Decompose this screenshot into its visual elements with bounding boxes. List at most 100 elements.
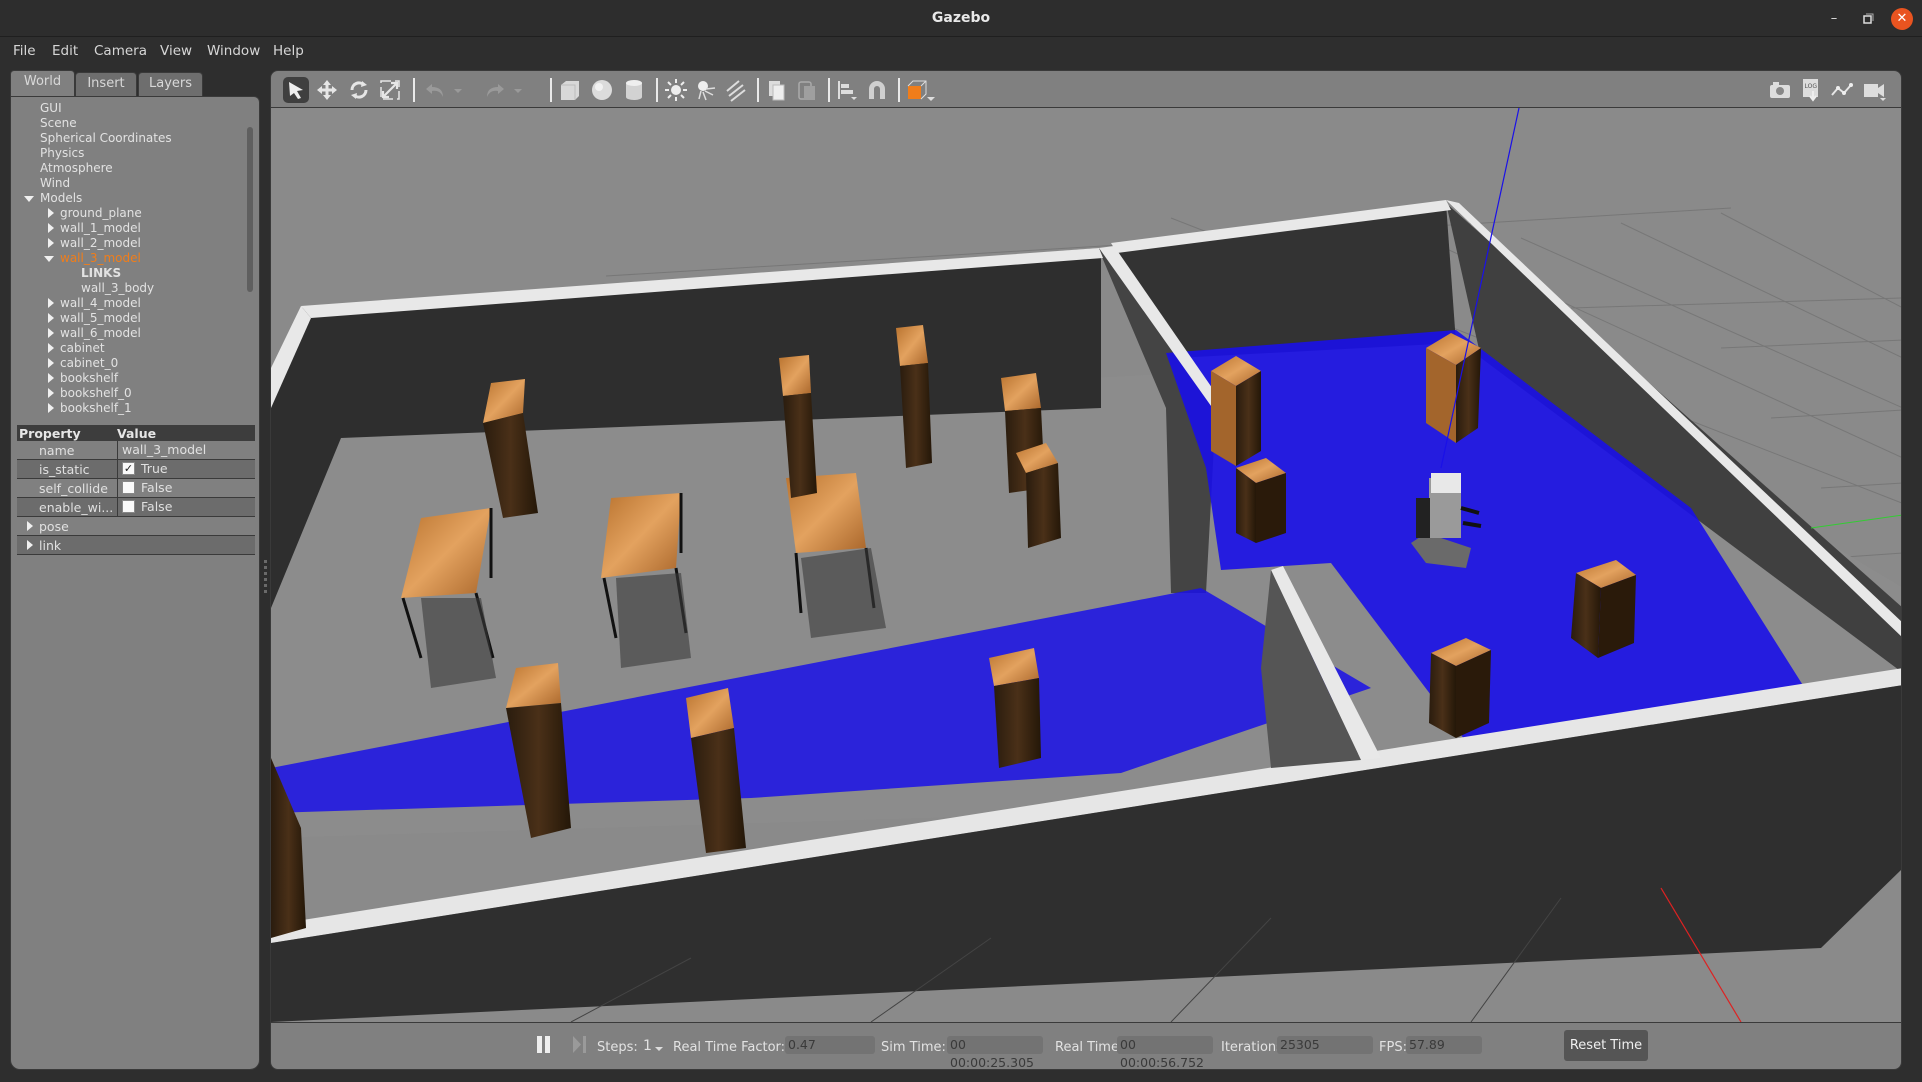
tree-item[interactable]: wall_5_model	[11, 311, 241, 326]
menu-camera[interactable]: Camera	[94, 43, 147, 59]
minimize-button[interactable]: –	[1823, 8, 1845, 30]
property-group-link[interactable]: link	[17, 536, 255, 555]
expand-arrow-icon[interactable]	[48, 328, 54, 338]
expand-arrow-icon[interactable]	[48, 403, 54, 413]
scale-mode-button[interactable]	[377, 77, 403, 103]
sim-time-label: Sim Time:	[881, 1040, 946, 1055]
snap-button[interactable]	[864, 77, 890, 103]
redo-button[interactable]	[481, 77, 507, 103]
steps-value[interactable]: 1	[643, 1038, 652, 1054]
enable-wind-checkbox[interactable]	[122, 500, 135, 513]
copy-button[interactable]	[764, 77, 790, 103]
expand-arrow-icon[interactable]	[48, 238, 54, 248]
value-column-header: Value	[117, 426, 157, 441]
is-static-checkbox[interactable]: ✓	[122, 462, 135, 475]
undo-button[interactable]	[423, 77, 449, 103]
undo-history-dropdown[interactable]	[451, 77, 465, 103]
tree-item[interactable]: wall_6_model	[11, 326, 241, 341]
collapse-arrow-icon[interactable]	[24, 196, 34, 202]
iterations-value: 25305	[1277, 1036, 1373, 1054]
expand-arrow-icon[interactable]	[48, 358, 54, 368]
screenshot-button[interactable]	[1767, 77, 1793, 103]
tree-item[interactable]: Physics	[11, 146, 241, 161]
tree-item[interactable]: GUI	[11, 101, 241, 116]
close-button[interactable]: ✕	[1891, 8, 1913, 30]
expand-arrow-icon[interactable]	[48, 388, 54, 398]
expand-arrow-icon[interactable]	[48, 298, 54, 308]
tree-item-label: LINKS	[81, 266, 122, 280]
tree-item[interactable]: Scene	[11, 116, 241, 131]
translate-mode-button[interactable]	[314, 77, 340, 103]
tree-item[interactable]: Spherical Coordinates	[11, 131, 241, 146]
tree-item[interactable]: cabinet_0	[11, 356, 241, 371]
undo-icon	[426, 84, 443, 97]
property-row-is-static: is_static ✓ True	[17, 460, 255, 479]
tree-item-label: wall_3_model	[60, 251, 141, 265]
menu-window[interactable]: Window	[207, 43, 260, 59]
tab-world[interactable]: World	[10, 70, 75, 96]
y-axis-line	[1810, 514, 1901, 529]
tree-item[interactable]: wall_4_model	[11, 296, 241, 311]
menu-view[interactable]: View	[160, 43, 192, 59]
tree-item[interactable]: bookshelf_0	[11, 386, 241, 401]
tree-item[interactable]: cabinet	[11, 341, 241, 356]
menu-bar: File Edit Camera View Window Help	[0, 37, 1922, 65]
3d-viewport[interactable]	[270, 108, 1902, 1022]
log-button[interactable]: LOG	[1798, 77, 1824, 103]
redo-history-dropdown[interactable]	[511, 77, 525, 103]
menu-file[interactable]: File	[13, 43, 36, 59]
tree-item[interactable]: wall_1_model	[11, 221, 241, 236]
step-forward-icon	[573, 1036, 586, 1053]
expand-arrow-icon	[27, 540, 33, 550]
panel-splitter-handle[interactable]	[264, 560, 267, 596]
tree-item-label: cabinet	[60, 341, 105, 355]
tree-scrollbar[interactable]	[247, 127, 253, 292]
expand-arrow-icon[interactable]	[48, 208, 54, 218]
tree-item-label: GUI	[40, 101, 62, 115]
rotate-icon	[350, 81, 368, 99]
tree-item[interactable]: Wind	[11, 176, 241, 191]
rotate-mode-button[interactable]	[346, 77, 372, 103]
sphere-shape-button[interactable]	[589, 77, 615, 103]
tab-insert[interactable]: Insert	[75, 72, 137, 96]
plot-button[interactable]	[1829, 77, 1855, 103]
tree-item[interactable]: ground_plane	[11, 206, 241, 221]
expand-arrow-icon[interactable]	[48, 313, 54, 323]
property-value-name[interactable]: wall_3_model	[117, 441, 206, 459]
property-group-pose[interactable]: pose	[17, 517, 255, 536]
align-button[interactable]	[834, 77, 860, 103]
select-mode-button[interactable]	[283, 77, 309, 103]
expand-arrow-icon[interactable]	[48, 373, 54, 383]
view-angle-button[interactable]	[905, 77, 939, 103]
tree-item[interactable]: wall_3_body	[11, 281, 241, 296]
paste-icon	[798, 81, 815, 100]
tree-item[interactable]: Models	[11, 191, 241, 206]
self-collide-checkbox[interactable]	[122, 481, 135, 494]
expand-arrow-icon[interactable]	[48, 343, 54, 353]
menu-edit[interactable]: Edit	[52, 43, 78, 59]
tree-item[interactable]: wall_3_model	[11, 251, 241, 266]
step-button[interactable]	[571, 1034, 589, 1060]
tree-item[interactable]: bookshelf	[11, 371, 241, 386]
menu-help[interactable]: Help	[273, 43, 304, 59]
tree-item[interactable]: LINKS	[11, 266, 241, 281]
directional-light-button[interactable]	[723, 77, 749, 103]
tree-item[interactable]: wall_2_model	[11, 236, 241, 251]
box-shape-button[interactable]	[557, 77, 583, 103]
pause-button[interactable]	[535, 1034, 553, 1060]
spot-light-button[interactable]	[693, 77, 719, 103]
maximize-button[interactable]	[1857, 8, 1879, 30]
video-record-button[interactable]	[1861, 77, 1887, 103]
steps-dropdown-icon[interactable]	[654, 1045, 664, 1053]
tree-item[interactable]: Atmosphere	[11, 161, 241, 176]
reset-time-button[interactable]: Reset Time	[1564, 1030, 1648, 1061]
point-light-button[interactable]	[663, 77, 689, 103]
tree-item[interactable]: bookshelf_1	[11, 401, 241, 416]
expand-arrow-icon[interactable]	[48, 223, 54, 233]
paste-button[interactable]	[794, 77, 820, 103]
tab-layers[interactable]: Layers	[138, 72, 203, 96]
tree-item-label: ground_plane	[60, 206, 142, 220]
cylinder-shape-button[interactable]	[621, 77, 647, 103]
toolbar: LOG	[270, 70, 1902, 108]
collapse-arrow-icon[interactable]	[44, 256, 54, 262]
